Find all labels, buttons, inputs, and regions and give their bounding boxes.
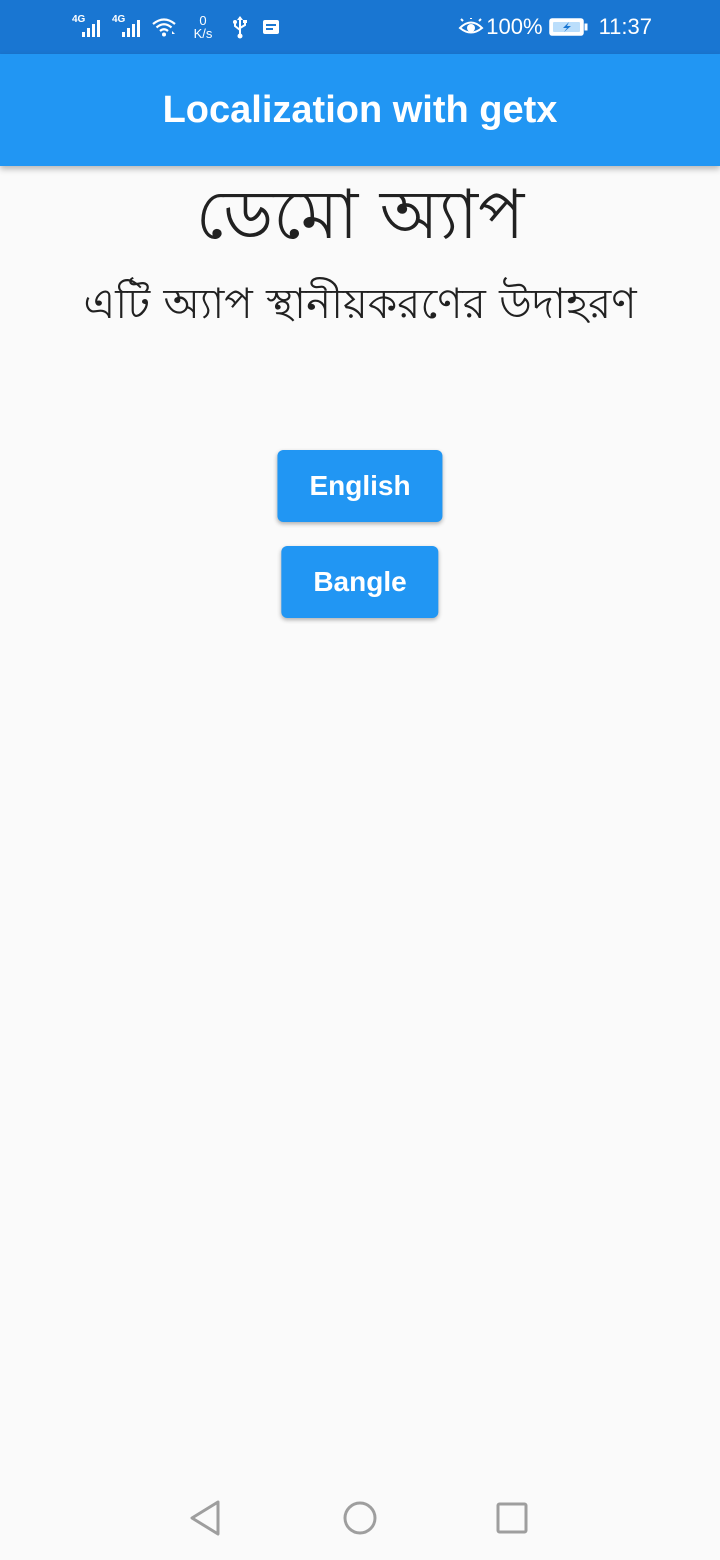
app-title: Localization with getx <box>162 88 558 131</box>
eye-icon <box>458 18 484 34</box>
back-icon[interactable] <box>184 1496 228 1540</box>
signal-icon <box>122 20 140 37</box>
main-content: ডেমো অ্যাপ এটি অ্যাপ স্থানীয়করণের উদাহর… <box>0 166 720 332</box>
signal-1: 4G <box>72 15 104 39</box>
notification-icon <box>263 20 279 34</box>
network-speed: 0 K/s <box>188 14 218 40</box>
battery-percentage: 100% <box>486 14 543 39</box>
page-subheading: এটি অ্যাপ স্থানীয়করণের উদাহরণ <box>83 279 637 328</box>
navigation-bar <box>0 1476 720 1560</box>
page-heading: ডেমো অ্যাপ <box>195 176 525 255</box>
home-icon[interactable] <box>338 1496 382 1540</box>
status-bar-right: 100% 11:37 <box>458 8 652 46</box>
network-speed-unit: K/s <box>193 26 213 41</box>
english-button[interactable]: English <box>277 450 443 522</box>
usb-icon <box>233 16 247 39</box>
bangle-button[interactable]: Bangle <box>281 546 439 618</box>
app-bar: Localization with getx <box>0 54 720 166</box>
signal-icon <box>82 20 100 37</box>
status-time: 11:37 <box>598 14 652 39</box>
wifi-icon <box>152 18 176 37</box>
status-bar-left: 4G 4G 0 K/s <box>72 8 280 46</box>
signal-2: 4G <box>112 15 144 39</box>
battery-charging-icon <box>548 18 588 36</box>
status-bar: 4G 4G 0 K/s 100% 11:37 <box>0 0 720 54</box>
recent-apps-icon[interactable] <box>490 1496 534 1540</box>
